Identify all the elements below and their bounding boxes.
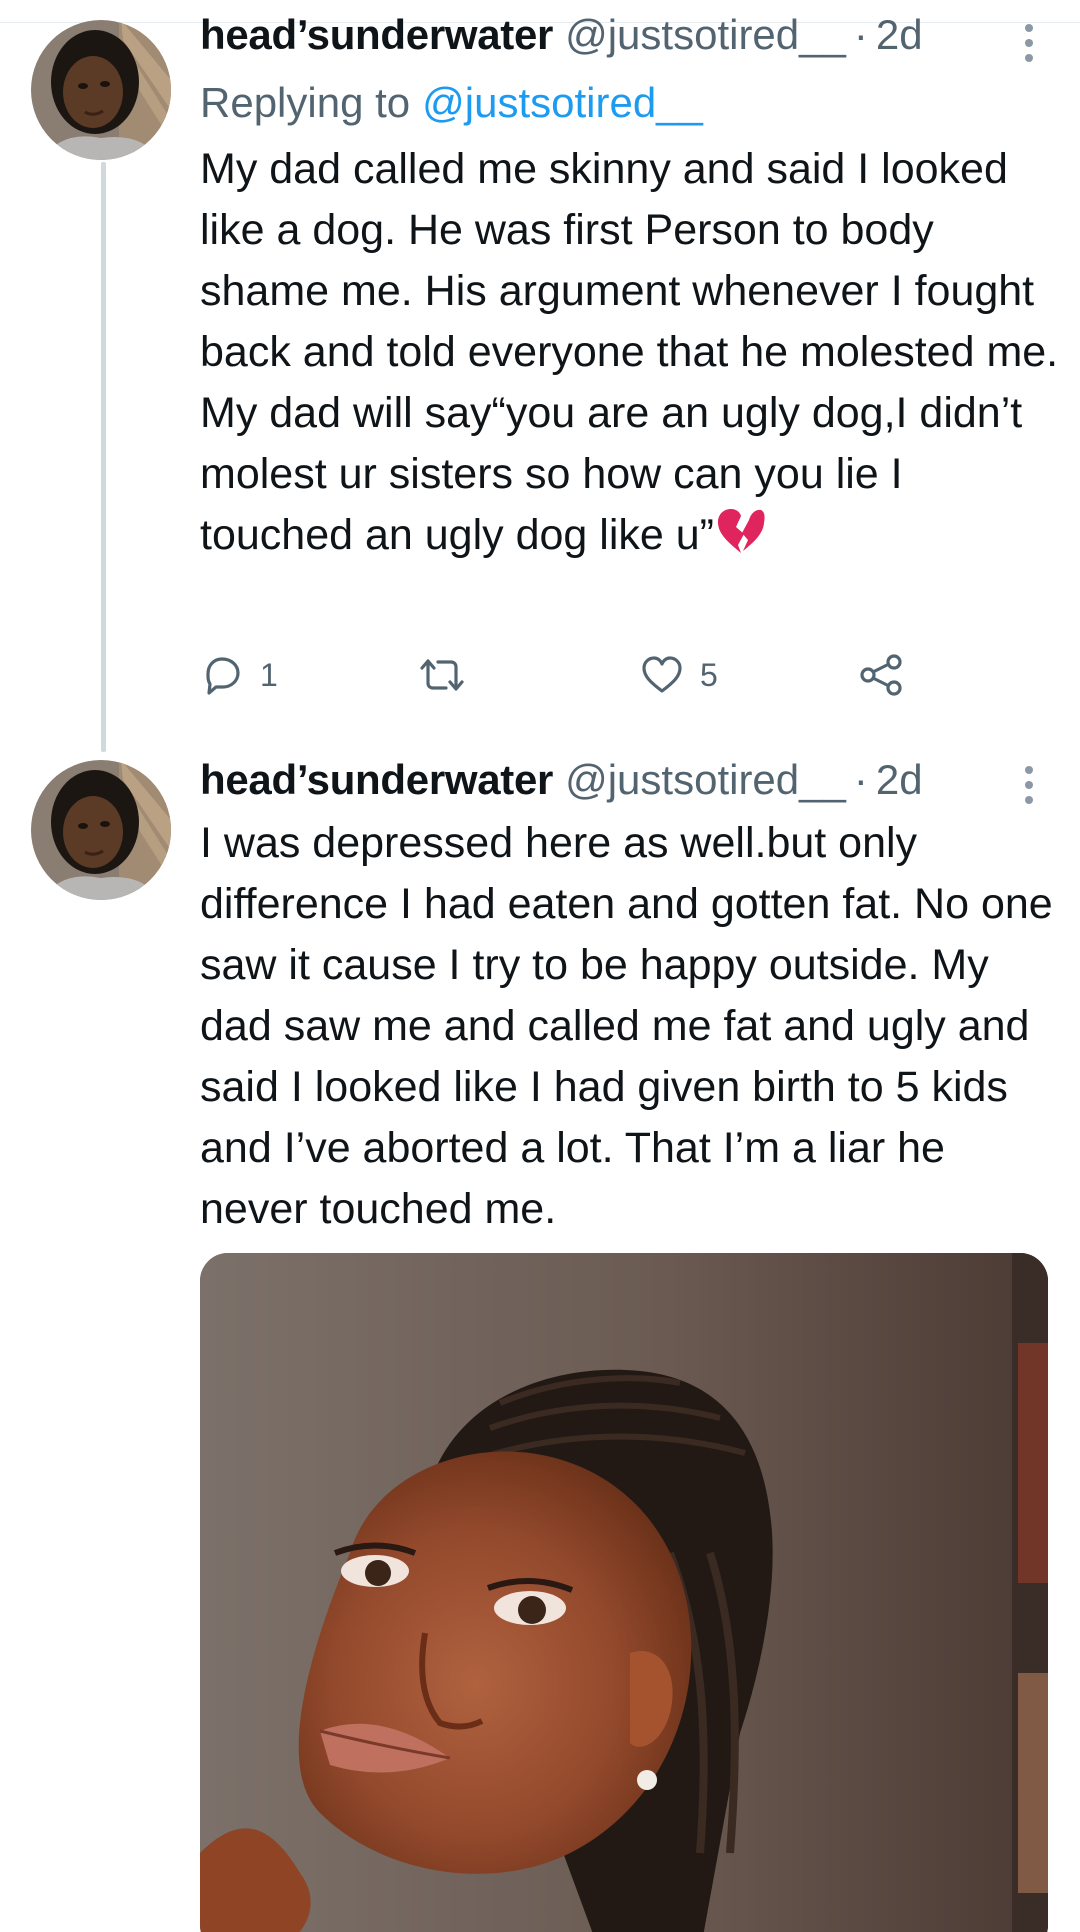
avatar[interactable]	[31, 760, 171, 900]
like-count: 5	[700, 657, 718, 693]
dot-separator: ·	[853, 756, 868, 803]
share-icon	[858, 653, 904, 697]
tweet-text: My dad called me skinny and said I looke…	[200, 139, 1060, 566]
tweet-timestamp[interactable]: 2d	[876, 10, 923, 60]
avatar[interactable]	[31, 20, 171, 160]
avatar-photo	[31, 760, 171, 900]
avatar-photo	[31, 20, 171, 160]
tweet-action-bar: 1 5	[200, 650, 920, 700]
reply-handle-link[interactable]: @justsotired__	[422, 79, 703, 126]
heart-icon	[640, 655, 684, 695]
retweet-button[interactable]	[418, 650, 482, 700]
thread-connector-line	[101, 162, 106, 752]
photo-image	[200, 1253, 1048, 1932]
tweet-header: head’sunderwater @justsotired__ · 2d	[200, 10, 923, 60]
tweet-text: I was depressed here as well.but only di…	[200, 819, 1065, 1233]
author-name[interactable]: head’sunderwater	[200, 10, 553, 60]
dot-separator: ·	[853, 11, 868, 58]
tweet-media-photo[interactable]	[200, 1253, 1048, 1932]
tweet-thread-screen: head’sunderwater @justsotired__ · 2d Rep…	[0, 0, 1080, 1932]
retweet-icon	[418, 655, 466, 695]
tweet-timestamp[interactable]: 2d	[876, 755, 923, 805]
more-vertical-icon[interactable]	[1017, 762, 1041, 808]
author-handle[interactable]: @justsotired__	[565, 755, 846, 805]
reply-label: Replying to	[200, 79, 411, 126]
like-button[interactable]: 5	[640, 650, 718, 700]
reply-context: Replying to @justsotired__	[200, 78, 703, 128]
more-vertical-icon[interactable]	[1017, 20, 1041, 66]
broken-heart-icon	[716, 507, 766, 555]
reply-button[interactable]: 1	[200, 650, 278, 700]
author-handle[interactable]: @justsotired__	[565, 10, 846, 60]
tweet-body-text: My dad called me skinny and said I looke…	[200, 145, 1071, 559]
share-button[interactable]	[858, 650, 904, 700]
tweet-header: head’sunderwater @justsotired__ · 2d	[200, 755, 923, 805]
author-name[interactable]: head’sunderwater	[200, 755, 553, 805]
reply-icon	[200, 654, 244, 696]
reply-count: 1	[260, 657, 278, 693]
